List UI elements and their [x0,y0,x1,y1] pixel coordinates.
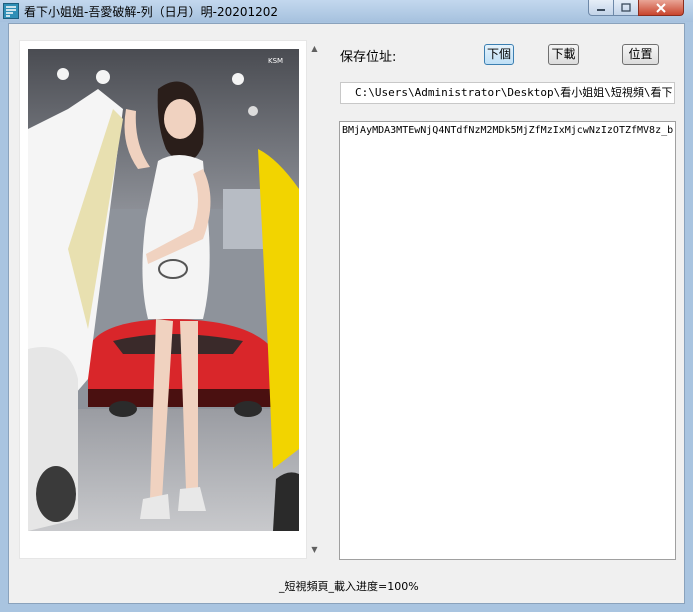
window-title: 看下小姐姐-吾愛破解-列（日月）明-20201202 [24,5,279,19]
image-panel: KSM [19,40,307,559]
close-icon [656,3,666,13]
download-button[interactable]: 下載 [548,44,579,65]
minimize-icon [597,9,605,11]
log-textarea[interactable]: BMjAyMDA3MTEwNjQ4NTdfNzM2MDk5MjZfMzIxMjc… [339,121,676,560]
status-text: _短視頻頁_載入进度=100% [279,580,419,593]
preview-image: KSM [28,49,299,531]
location-button[interactable]: 位置 [622,44,659,65]
title-bar[interactable]: 看下小姐姐-吾愛破解-列（日月）明-20201202 [0,0,693,22]
scroll-down-icon[interactable]: ▼ [307,543,322,557]
app-icon[interactable] [3,3,19,19]
save-location-label: 保存位址: [340,50,397,65]
next-button[interactable]: 下個 [484,44,514,65]
app-window: 看下小姐姐-吾愛破解-列（日月）明-20201202 KSM ▲ ▼ 保存位址:… [0,0,693,612]
close-button[interactable] [638,0,684,16]
preview-photo: KSM [28,49,299,531]
client-area: KSM ▲ ▼ 保存位址: 下個 下載 位置 C:\Users\Administ… [8,23,685,604]
image-scrollbar[interactable]: ▲ ▼ [307,40,322,559]
maximize-icon [621,3,631,12]
maximize-button[interactable] [613,0,639,16]
minimize-button[interactable] [588,0,614,16]
watermark-text: KSM [268,57,283,65]
log-line: BMjAyMDA3MTEwNjQ4NTdfNzM2MDk5MjZfMzIxMjc… [342,125,674,136]
save-path-field[interactable]: C:\Users\Administrator\Desktop\看小姐姐\短視頻\… [340,82,675,104]
scroll-up-icon[interactable]: ▲ [307,42,322,56]
